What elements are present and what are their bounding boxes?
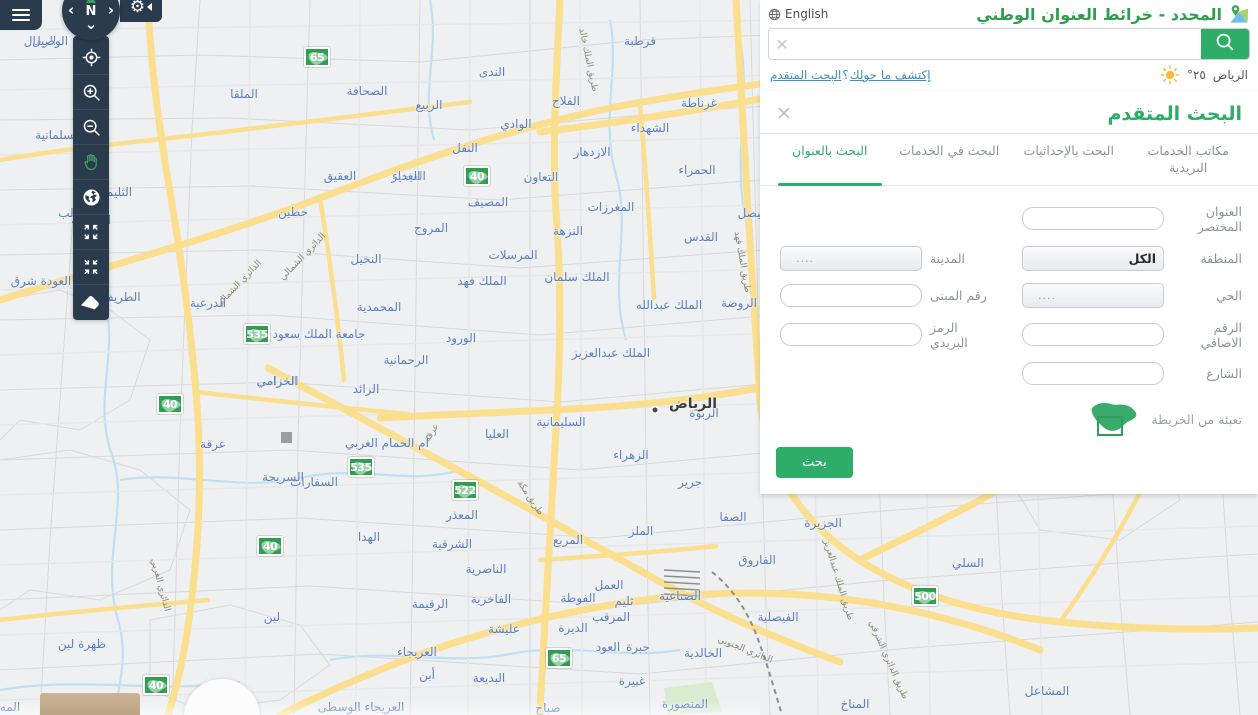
weather-city: الرياض <box>1212 68 1248 82</box>
highway-shield-icon: 40 <box>464 166 490 186</box>
postal-code-input[interactable] <box>780 323 922 347</box>
form-row-district-building: الحي .... رقم المبنى <box>776 282 1242 308</box>
locate-icon[interactable] <box>73 40 109 75</box>
tab-search-by-coordinates[interactable]: البحث بالإحداثيات <box>1009 134 1129 185</box>
header-links: إكتشف ما حولك ؟ البحث المتقدم <box>770 68 931 82</box>
additional-number-input[interactable] <box>1022 323 1164 347</box>
pan-down-arrow-icon[interactable]: ⌄ <box>85 17 98 32</box>
map-tool-strip <box>73 36 109 320</box>
city-value-placeholder: .... <box>796 251 814 265</box>
search-header: المحدد - خرائط العنوان الوطني English ✕ … <box>760 0 1258 91</box>
label-city: المدينة <box>930 250 966 266</box>
highway-shield-icon: 40 <box>157 394 183 414</box>
language-label: English <box>785 7 829 21</box>
city-marker-dot <box>650 405 660 415</box>
street-input[interactable] <box>1022 361 1164 385</box>
search-input[interactable] <box>795 29 1201 59</box>
label-street: الشارع <box>1206 365 1242 381</box>
form-row-additional-postal: الرقم الاضافي الرمز البريدي <box>776 320 1242 350</box>
gear-icon: ⚙ <box>129 0 146 17</box>
form-row-short-address: العنوان المختصر <box>776 204 1242 234</box>
basemap-thumbnail[interactable] <box>40 693 140 715</box>
fill-from-map-label: تعبئة من الخريطة <box>1151 412 1242 428</box>
highway-shield-icon: 522 <box>452 480 478 500</box>
app-title: المحدد - خرائط العنوان الوطني <box>976 4 1222 24</box>
weather-temperature: ٢٥° <box>1186 68 1206 82</box>
link-advanced-search[interactable]: البحث المتقدم <box>770 68 841 82</box>
highway-shield-icon: 500 <box>912 586 938 606</box>
zoom-out-icon[interactable] <box>73 110 109 145</box>
label-short-address: العنوان المختصر <box>1197 203 1242 234</box>
label-postal-code: الرمز البريدي <box>930 319 968 350</box>
city-dropdown[interactable]: .... <box>780 245 922 271</box>
search-icon <box>1214 31 1236 57</box>
hamburger-menu-icon <box>12 6 30 24</box>
weather-widget: الرياض ٢٥° <box>1160 65 1248 85</box>
clear-x-icon[interactable]: ✕ <box>769 29 795 59</box>
advanced-search-tabs: مكاتب الخدمات البريدية البحث بالإحداثيات… <box>760 133 1258 186</box>
collapse-caret-icon <box>147 3 153 11</box>
form-row-region-city: المنطقة الكل المدينة .... <box>776 245 1242 271</box>
highway-shield-icon: 535 <box>348 457 374 477</box>
compass-north-needle <box>86 0 96 3</box>
advanced-panel-header: البحث المتقدم ✕ <box>776 91 1242 133</box>
globe-extent-icon[interactable] <box>73 180 109 215</box>
search-button[interactable] <box>1201 29 1249 59</box>
highway-shield-icon: 535 <box>244 324 270 344</box>
district-dropdown[interactable]: .... <box>1022 282 1164 308</box>
app-root: .pl { fill:none; stroke:#d7d9da; stroke-… <box>0 0 1258 715</box>
tab-search-in-services[interactable]: البحث في الخدمات <box>890 134 1010 185</box>
region-dropdown[interactable]: الكل <box>1022 245 1164 271</box>
highway-shield-icon: 40 <box>257 536 283 556</box>
header-top-row: المحدد - خرائط العنوان الوطني English <box>768 0 1250 28</box>
zoom-out-box-icon[interactable] <box>73 215 109 250</box>
highway-shield-icon: 40 <box>143 675 169 695</box>
app-brand: المحدد - خرائط العنوان الوطني <box>976 4 1250 24</box>
pan-right-arrow-icon[interactable]: › <box>108 3 114 18</box>
pan-hand-icon[interactable] <box>73 145 109 180</box>
label-region: المنطقة <box>1200 250 1242 266</box>
zoom-in-icon[interactable] <box>73 75 109 110</box>
saudi-map-select-icon <box>1089 399 1141 441</box>
tab-postal-service-offices[interactable]: مكاتب الخدمات البريدية <box>1129 134 1249 185</box>
globe-icon <box>768 8 781 21</box>
form-row-street: الشارع <box>776 361 1242 385</box>
links-separator: ؟ <box>842 68 849 82</box>
short-address-input[interactable] <box>1022 207 1164 231</box>
close-x-icon[interactable]: ✕ <box>776 104 792 124</box>
address-search-form: العنوان المختصر المنطقة الكل المدينة ...… <box>776 186 1242 478</box>
link-explore-around[interactable]: إكتشف ما حولك <box>850 68 931 82</box>
language-switch[interactable]: English <box>768 7 828 21</box>
sun-icon <box>1160 65 1180 85</box>
submit-row: بحث <box>776 446 1242 478</box>
right-panel-column: المحدد - خرائط العنوان الوطني English ✕ … <box>760 0 1258 494</box>
map-settings-button[interactable]: ⚙ <box>120 0 162 22</box>
pan-left-arrow-icon[interactable]: ‹ <box>68 3 74 18</box>
page-title: البحث المتقدم <box>1107 103 1242 125</box>
advanced-search-panel: البحث المتقدم ✕ مكاتب الخدمات البريدية ا… <box>760 91 1258 494</box>
zoom-in-box-icon[interactable] <box>73 250 109 285</box>
main-search-bar: ✕ <box>768 28 1250 60</box>
label-building-number: رقم المبنى <box>930 287 987 303</box>
district-value-placeholder: .... <box>1038 288 1056 302</box>
tab-search-by-address[interactable]: البحث بالعنوان <box>770 134 890 186</box>
map-pin-logo <box>1228 4 1250 24</box>
fill-from-map-row[interactable]: تعبئة من الخريطة <box>776 399 1242 441</box>
submit-search-button[interactable]: بحث <box>776 446 853 478</box>
header-bottom-row: الرياض ٢٥° إكتشف ما حولك ؟ البحث المتقدم <box>768 65 1250 85</box>
building-number-input[interactable] <box>780 283 922 307</box>
label-additional-number: الرقم الاضافي <box>1200 319 1242 350</box>
highway-shield-icon: 65 <box>546 648 572 668</box>
label-district: الحي <box>1216 287 1242 303</box>
menu-button[interactable] <box>0 0 42 30</box>
eraser-icon[interactable] <box>73 285 109 320</box>
region-value: الكل <box>1128 250 1156 266</box>
highway-shield-icon: 65 <box>304 47 330 67</box>
